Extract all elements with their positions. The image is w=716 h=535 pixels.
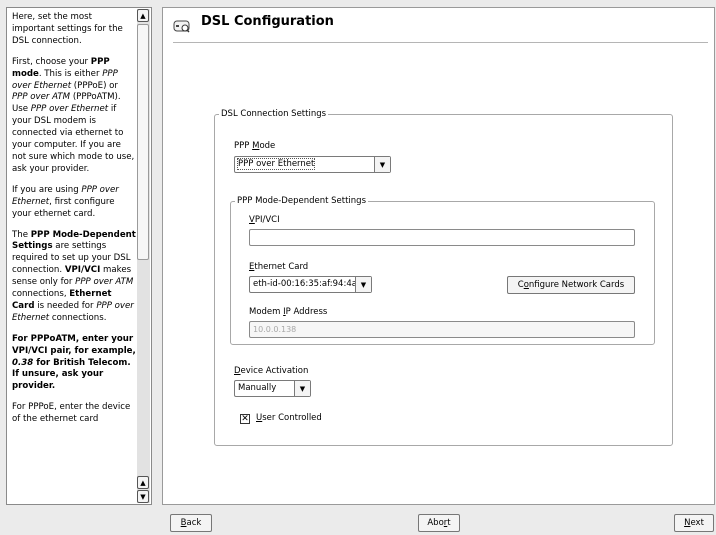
help-text: Here, set the most important settings fo…	[12, 12, 136, 502]
help-panel: Here, set the most important settings fo…	[6, 7, 152, 505]
modem-ip-input[interactable]: 10.0.0.138	[249, 321, 635, 338]
help-paragraph: For PPPoATM, enter your VPI/VCI pair, fo…	[12, 333, 136, 392]
vpi-vci-input[interactable]	[249, 229, 635, 246]
chevron-down-icon: ▼	[294, 381, 310, 396]
scroll-down-button[interactable]: ▼	[137, 490, 149, 503]
ppp-mode-dependent-legend: PPP Mode-Dependent Settings	[237, 196, 367, 206]
device-activation-select[interactable]: Manually ▼	[234, 380, 311, 397]
scrollbar-thumb[interactable]	[137, 24, 149, 260]
modem-ip-label: Modem IP Address	[249, 307, 328, 317]
help-paragraph: The PPP Mode-Dependent Settings are sett…	[12, 229, 136, 323]
help-paragraph: Here, set the most important settings fo…	[12, 12, 123, 46]
help-paragraph: If you are using PPP over Ethernet, firs…	[12, 184, 119, 219]
scroll-up-button-lower[interactable]: ▲	[137, 476, 149, 489]
help-paragraph: First, choose your PPP mode. This is eit…	[12, 56, 135, 174]
ppp-mode-label: PPP Mode	[234, 141, 276, 151]
chevron-down-icon: ▼	[374, 157, 390, 172]
user-controlled-label[interactable]: User Controlled	[256, 413, 322, 423]
page-title: DSL Configuration	[201, 14, 334, 29]
abort-button[interactable]: Abo r t	[418, 514, 460, 532]
help-scrollbar[interactable]: ▲ ▲ ▼	[137, 9, 150, 503]
vpi-vci-label: VPI/VCI	[249, 215, 280, 225]
scroll-up-button[interactable]: ▲	[137, 9, 149, 22]
ethernet-card-label: Ethernet Card	[249, 262, 309, 272]
main-panel: DSL Configuration DSL Connection Setting…	[162, 7, 715, 505]
chevron-down-icon: ▼	[355, 277, 371, 292]
ppp-mode-select[interactable]: PPP over Ethernet ▼	[234, 156, 391, 173]
back-button[interactable]: Back	[170, 514, 212, 532]
ethernet-card-select[interactable]: eth-id-00:16:35:af:94:4a ▼	[249, 276, 372, 293]
dsl-connection-settings-legend: DSL Connection Settings	[221, 109, 327, 119]
user-controlled-checkbox[interactable]: ✕	[240, 414, 250, 424]
device-activation-label: Device Activation	[234, 366, 309, 376]
configure-network-cards-button[interactable]: Co nfigure Network Cards	[507, 276, 635, 294]
next-button[interactable]: Next	[674, 514, 714, 532]
title-divider	[173, 42, 708, 43]
help-paragraph: For PPPoE, enter the device of the ether…	[12, 402, 131, 425]
dsl-modem-icon	[173, 20, 190, 33]
